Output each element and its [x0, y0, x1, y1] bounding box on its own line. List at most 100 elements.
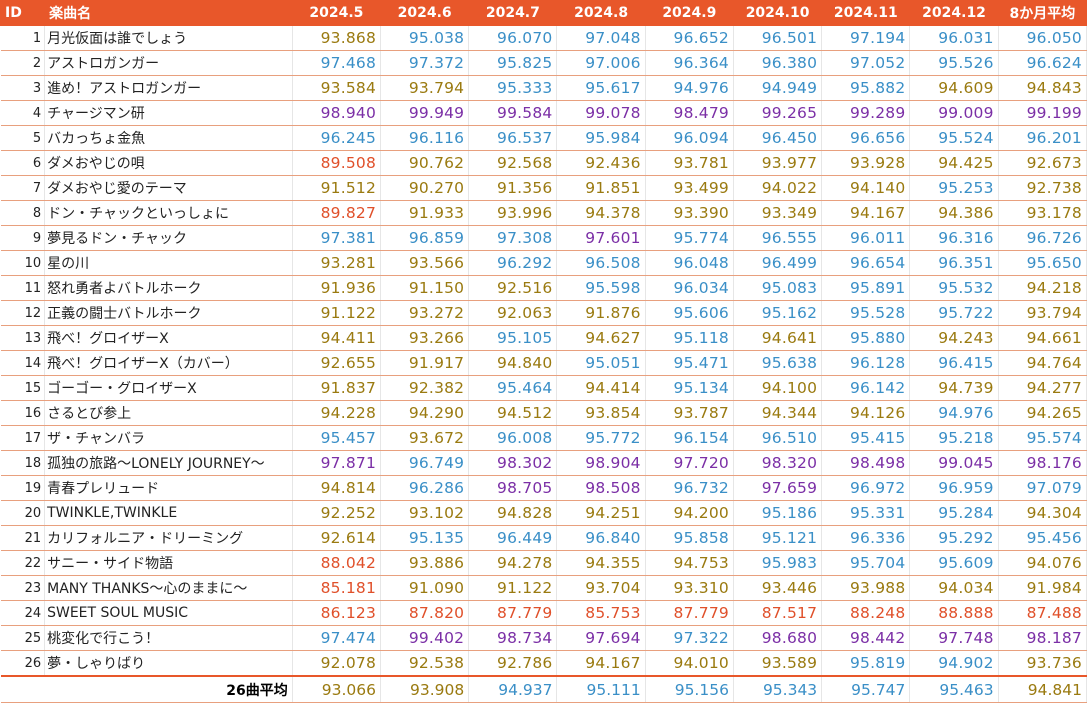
score-cell: 97.006	[556, 50, 646, 76]
score-cell: 95.134	[645, 375, 734, 401]
score-cell: 88.888	[909, 600, 999, 626]
score-cell: 94.512	[468, 400, 558, 426]
score-cell: 86.123	[292, 600, 382, 626]
score-cell: 97.308	[468, 225, 558, 251]
score-cell: 96.654	[821, 250, 911, 276]
score-cell: 94.739	[909, 375, 999, 401]
score-cell: 93.794	[998, 300, 1087, 326]
score-cell: 93.928	[821, 150, 911, 176]
table-row: 14 飛べ！グロイザーX（カバー） 92.655 91.917 94.840 95.051…	[0, 350, 1087, 376]
score-cell: 94.843	[998, 75, 1087, 101]
header-2024-6[interactable]: 2024.6	[380, 0, 470, 26]
score-cell: 96.449	[468, 525, 558, 551]
score-cell: 94.641	[733, 325, 823, 351]
score-cell: 93.310	[645, 575, 734, 601]
score-cell: 96.034	[645, 275, 734, 301]
score-cell: 93.102	[380, 500, 470, 526]
table-row: 7 ダメおやじ愛のテーマ 91.512 90.270 91.356 91.851 93.49…	[0, 175, 1087, 201]
score-cell: 96.726	[998, 225, 1087, 251]
score-cell: 94.218	[998, 275, 1087, 301]
score-cell: 87.820	[380, 600, 470, 626]
score-cell: 89.827	[292, 200, 382, 226]
score-cell: 93.704	[556, 575, 646, 601]
average-cell: 94.841	[998, 675, 1087, 703]
score-cell: 98.176	[998, 450, 1087, 476]
score-cell: 99.289	[821, 100, 911, 126]
header-2024-12[interactable]: 2024.12	[909, 0, 999, 26]
score-cell: 93.736	[998, 650, 1087, 677]
score-cell: 95.456	[998, 525, 1087, 551]
score-cell: 96.008	[468, 425, 558, 451]
score-cell: 87.488	[998, 600, 1087, 626]
header-2024-8[interactable]: 2024.8	[556, 0, 646, 26]
song-name: SWEET SOUL MUSIC	[44, 600, 293, 626]
header-8-month-average[interactable]: 8か月平均	[997, 0, 1087, 26]
score-cell: 96.450	[733, 125, 823, 151]
score-cell: 93.390	[645, 200, 734, 226]
score-cell: 98.940	[292, 100, 382, 126]
table-row: 19 青春プレリュード 94.814 96.286 98.705 98.508 96.732…	[0, 475, 1087, 501]
score-cell: 93.672	[380, 425, 470, 451]
header-2024-5[interactable]: 2024.5	[291, 0, 382, 26]
score-table: ID 楽曲名 2024.5 2024.6 2024.7 2024.8 2024.…	[0, 0, 1087, 703]
song-name: 孤独の旅路〜LONELY JOURNEY〜	[44, 450, 293, 476]
row-id: 14	[0, 350, 46, 376]
score-cell: 88.042	[292, 550, 382, 576]
score-cell: 99.949	[380, 100, 470, 126]
score-cell: 94.200	[645, 500, 734, 526]
header-2024-7[interactable]: 2024.7	[468, 0, 558, 26]
score-cell: 98.479	[645, 100, 734, 126]
score-cell: 92.614	[292, 525, 382, 551]
song-name: 月光仮面は誰でしょう	[44, 25, 293, 51]
song-name: 桃変化で行こう！	[44, 625, 293, 651]
score-cell: 99.265	[733, 100, 823, 126]
row-id: 18	[0, 450, 46, 476]
score-cell: 94.949	[733, 75, 823, 101]
average-cell: 93.908	[380, 675, 470, 703]
score-cell: 96.537	[468, 125, 558, 151]
score-cell: 92.078	[292, 650, 382, 677]
header-id[interactable]: ID	[0, 0, 46, 26]
score-cell: 95.218	[909, 425, 999, 451]
header-song-name[interactable]: 楽曲名	[44, 0, 293, 26]
score-cell: 93.988	[821, 575, 911, 601]
score-cell: 97.474	[292, 625, 382, 651]
score-cell: 95.606	[645, 300, 734, 326]
score-cell: 96.499	[733, 250, 823, 276]
song-name: ダメおやじ愛のテーマ	[44, 175, 293, 201]
header-2024-11[interactable]: 2024.11	[821, 0, 911, 26]
score-cell: 92.436	[556, 150, 646, 176]
score-cell: 95.609	[909, 550, 999, 576]
score-cell: 96.555	[733, 225, 823, 251]
score-cell: 97.694	[556, 625, 646, 651]
score-cell: 97.659	[733, 475, 823, 501]
score-cell: 97.468	[292, 50, 382, 76]
table-row: 5 バカっちょ金魚 96.245 96.116 96.537 95.984 96.094 96…	[0, 125, 1087, 151]
score-cell: 97.720	[645, 450, 734, 476]
row-id: 25	[0, 625, 46, 651]
score-cell: 92.738	[998, 175, 1087, 201]
score-cell: 91.090	[380, 575, 470, 601]
score-cell: 96.116	[380, 125, 470, 151]
table-row: 15 ゴーゴー・グロイザーX 91.837 92.382 95.464 94.414 95.…	[0, 375, 1087, 401]
header-2024-9[interactable]: 2024.9	[644, 0, 734, 26]
score-cell: 96.510	[733, 425, 823, 451]
score-cell: 88.248	[821, 600, 911, 626]
score-cell: 94.411	[292, 325, 382, 351]
table-row: 10 星の川 93.281 93.566 96.292 96.508 96.048 96.49…	[0, 250, 1087, 276]
score-cell: 95.882	[821, 75, 911, 101]
score-cell: 96.048	[645, 250, 734, 276]
row-id: 4	[0, 100, 46, 126]
score-cell: 90.762	[380, 150, 470, 176]
score-cell: 85.181	[292, 575, 382, 601]
score-cell: 95.186	[733, 500, 823, 526]
header-2024-10[interactable]: 2024.10	[732, 0, 823, 26]
row-id: 2	[0, 50, 46, 76]
score-cell: 94.609	[909, 75, 999, 101]
average-cell: 95.111	[556, 675, 646, 703]
row-id: 19	[0, 475, 46, 501]
score-cell: 98.187	[998, 625, 1087, 651]
table-row: 13 飛べ！グロイザーX 94.411 93.266 95.105 94.627 95.11…	[0, 325, 1087, 351]
score-cell: 95.415	[821, 425, 911, 451]
score-cell: 96.011	[821, 225, 911, 251]
